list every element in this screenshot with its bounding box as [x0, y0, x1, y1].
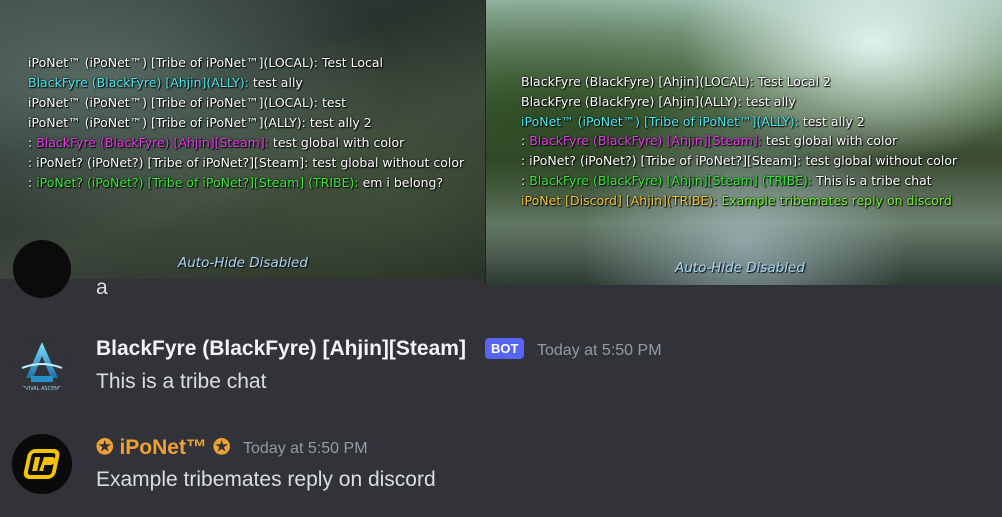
chat-line: : BlackFyre (BlackFyre) [Ahjin][Steam] (… — [521, 171, 991, 191]
game-screenshot-left[interactable]: iPoNet™ (iPoNet™) [Tribe of iPoNet™](LOC… — [0, 0, 485, 279]
chat-line: BlackFyre (BlackFyre) [Ahjin](LOCAL): Te… — [521, 72, 991, 92]
chat-line: BlackFyre (BlackFyre) [Ahjin](ALLY): tes… — [28, 73, 468, 93]
chat-segment: BlackFyre (BlackFyre) [Ahjin](ALLY): — [28, 75, 253, 90]
message-content: a — [96, 276, 108, 299]
chat-segment: : iPoNet? (iPoNet?) [Tribe of iPoNet?][S… — [521, 153, 958, 169]
chat-segment: iPoNet? (iPoNet?) [Tribe of iPoNet?][Ste… — [36, 175, 363, 190]
chat-line: : BlackFyre (BlackFyre) [Ahjin][Steam]: … — [521, 131, 991, 151]
chat-segment: BlackFyre (BlackFyre) [Ahjin](ALLY): tes… — [521, 93, 796, 109]
chat-line: iPoNet™ (iPoNet™) [Tribe of iPoNet™](ALL… — [521, 112, 991, 132]
game-chat-log: BlackFyre (BlackFyre) [Ahjin](LOCAL): Te… — [521, 72, 991, 211]
auto-hide-status: Auto-Hide Disabled — [178, 255, 308, 271]
author-name: iPoNet™ — [119, 436, 207, 459]
chat-line: : iPoNet? (iPoNet?) [Tribe of iPoNet?][S… — [521, 151, 991, 171]
message-timestamp[interactable]: Today at 5:50 PM — [243, 440, 368, 458]
chat-segment: iPoNet™ (iPoNet™) [Tribe of iPoNet™](LOC… — [28, 55, 383, 70]
chat-line: : iPoNet? (iPoNet?) [Tribe of iPoNet?][S… — [28, 173, 468, 193]
message-author[interactable]: ✪ iPoNet™ ✪ — [96, 435, 230, 460]
chat-segment: test global with color — [272, 135, 405, 150]
chat-line: iPoNet™ (iPoNet™) [Tribe of iPoNet™](LOC… — [28, 93, 468, 113]
chat-line: iPoNet™ (iPoNet™) [Tribe of iPoNet™](LOC… — [28, 53, 468, 73]
chat-segment: test global with color — [765, 133, 898, 149]
chat-segment: iPoNet [Discord] [Ahjin](TRIBE): — [521, 192, 722, 208]
chat-segment: iPoNet™ (iPoNet™) [Tribe of iPoNet™](ALL… — [28, 115, 372, 130]
avatar-caption: SURVIVAL ASCENDED — [15, 386, 69, 392]
chat-segment: : — [521, 172, 530, 188]
chat-segment: test ally — [252, 75, 303, 90]
chat-segment: BlackFyre (BlackFyre) [Ahjin][Steam]: — [36, 135, 273, 150]
chat-segment: BlackFyre (BlackFyre) [Ahjin][Steam] (TR… — [529, 172, 817, 188]
chat-segment: : — [521, 133, 530, 149]
avatar[interactable] — [13, 240, 71, 298]
chat-line: BlackFyre (BlackFyre) [Ahjin](ALLY): tes… — [521, 92, 991, 112]
message-content: This is a tribe chat — [96, 370, 267, 393]
star-icon: ✪ — [212, 436, 231, 459]
chat-segment: BlackFyre (BlackFyre) [Ahjin](LOCAL): Te… — [521, 74, 831, 89]
chat-segment: iPoNet™ (iPoNet™) [Tribe of iPoNet™](LOC… — [28, 95, 346, 110]
chat-line: : BlackFyre (BlackFyre) [Ahjin][Steam]: … — [28, 133, 468, 153]
chat-segment: This is a tribe chat — [816, 172, 932, 188]
message-content: Example tribemates reply on discord — [96, 468, 436, 491]
game-screenshot-right[interactable]: BlackFyre (BlackFyre) [Ahjin](LOCAL): Te… — [486, 0, 1002, 285]
chat-segment: BlackFyre (BlackFyre) [Ahjin][Steam]: — [529, 133, 766, 149]
ark-logo-avatar-icon[interactable]: SURVIVAL ASCENDED — [14, 338, 70, 394]
auto-hide-status: Auto-Hide Disabled — [675, 260, 805, 276]
chat-line: : iPoNet? (iPoNet?) [Tribe of iPoNet?][S… — [28, 153, 468, 173]
chat-segment: : — [28, 135, 37, 150]
chat-line: iPoNet™ (iPoNet™) [Tribe of iPoNet™](ALL… — [28, 113, 468, 133]
embedded-screenshots: iPoNet™ (iPoNet™) [Tribe of iPoNet™](LOC… — [0, 0, 1002, 285]
iponet-logo-avatar-icon[interactable] — [12, 434, 72, 494]
game-chat-log: iPoNet™ (iPoNet™) [Tribe of iPoNet™](LOC… — [28, 53, 468, 193]
chat-segment: Example tribemates reply on discord — [721, 192, 952, 208]
star-icon: ✪ — [96, 436, 114, 459]
chat-segment: iPoNet™ (iPoNet™) [Tribe of iPoNet™](ALL… — [521, 113, 803, 129]
bot-badge: BOT — [485, 338, 525, 359]
chat-segment: em i belong? — [362, 175, 444, 190]
message-timestamp[interactable]: Today at 5:50 PM — [537, 342, 662, 360]
chat-segment: test ally 2 — [802, 113, 865, 129]
chat-segment: : iPoNet? (iPoNet?) [Tribe of iPoNet?][S… — [28, 155, 465, 170]
chat-segment: : — [28, 175, 37, 190]
message-author[interactable]: BlackFyre (BlackFyre) [Ahjin][Steam] — [96, 337, 466, 361]
chat-line: iPoNet [Discord] [Ahjin](TRIBE): Example… — [521, 191, 991, 211]
